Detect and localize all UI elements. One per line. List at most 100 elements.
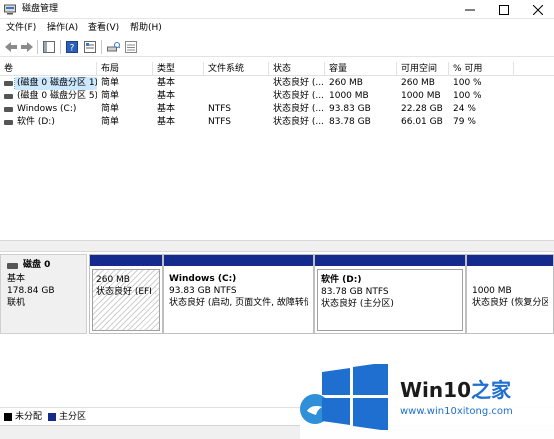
column-header-free-space[interactable]: 可用空间 <box>397 62 449 76</box>
console-tree-button[interactable] <box>42 40 56 54</box>
volume-icon <box>4 107 13 112</box>
column-header-percent-free[interactable]: % 可用 <box>449 62 514 76</box>
partition-status: 状态良好 (恢复分区 <box>472 298 548 308</box>
layout-cell: 简单 <box>101 117 120 127</box>
table-row[interactable]: (磁盘 0 磁盘分区 1) 简单 基本 状态良好 (... 260 MB 260… <box>0 77 554 90</box>
column-header-volume[interactable]: 卷 <box>0 62 97 76</box>
volume-list: 卷 布局 类型 文件系统 状态 容量 可用空间 % 可用 (磁盘 0 磁盘分区 … <box>0 62 554 240</box>
partition-status: 状态良好 (启动, 页面文件, 故障转储 <box>169 298 308 308</box>
pane-splitter[interactable] <box>0 240 554 252</box>
toolbar-separator <box>60 40 61 54</box>
connect-drive-button[interactable] <box>106 40 120 54</box>
type-cell: 基本 <box>157 104 176 114</box>
primary-partition-bar <box>315 255 465 266</box>
properties-button[interactable] <box>83 40 97 54</box>
partition-size: 83.78 GB NTFS <box>321 287 389 297</box>
volume-cell: (磁盘 0 磁盘分区 1) <box>0 77 97 90</box>
connect-drive-icon <box>106 42 120 52</box>
minimize-button[interactable] <box>456 0 484 19</box>
help-button[interactable]: ? <box>65 40 79 54</box>
maximize-button[interactable] <box>490 0 518 19</box>
partition-software-d[interactable]: 软件 (D:) 83.78 GB NTFS 状态良好 (主分区) <box>314 254 466 334</box>
close-icon <box>533 4 543 15</box>
list-header: 卷 布局 类型 文件系统 状态 容量 可用空间 % 可用 <box>0 62 554 76</box>
volume-icon <box>4 120 13 125</box>
status-cell: 状态良好 (... <box>273 78 324 88</box>
free-space-cell: 1000 MB <box>401 91 441 101</box>
toolbar: ? <box>0 37 554 57</box>
partition-name: Windows (C:) <box>169 274 237 284</box>
legend-swatch-unallocated <box>4 413 12 421</box>
partition-efi[interactable]: 260 MB 状态良好 (EFI 系 <box>89 254 163 334</box>
free-space-cell: 260 MB <box>401 78 435 88</box>
column-header-layout[interactable]: 布局 <box>97 62 153 76</box>
column-header-type[interactable]: 类型 <box>153 62 204 76</box>
layout-cell: 简单 <box>101 78 120 88</box>
type-cell: 基本 <box>157 117 176 127</box>
capacity-cell: 93.83 GB <box>329 104 371 114</box>
disk-name: 磁盘 0 <box>23 260 51 270</box>
volume-name: 软件 (D:) <box>17 117 55 127</box>
menu-help[interactable]: 帮助(H) <box>130 22 162 34</box>
primary-partition-bar <box>164 255 313 266</box>
toolbar-separator <box>101 40 102 54</box>
free-space-cell: 22.28 GB <box>401 104 443 114</box>
volume-name: (磁盘 0 磁盘分区 1) <box>13 77 97 90</box>
watermark-brand: Win10之家 <box>400 374 511 403</box>
partition-status: 状态良好 (EFI 系 <box>96 287 156 297</box>
menu-action[interactable]: 操作(A) <box>47 22 78 34</box>
layout-cell: 简单 <box>101 104 120 114</box>
forward-button[interactable] <box>20 40 34 54</box>
close-button[interactable] <box>524 0 552 19</box>
partition-body: Windows (C:) 93.83 GB NTFS 状态良好 (启动, 页面文… <box>166 269 311 331</box>
table-row[interactable]: Windows (C:) 简单 基本 NTFS 状态良好 (... 93.83 … <box>0 103 554 116</box>
partition-body: 软件 (D:) 83.78 GB NTFS 状态良好 (主分区) <box>317 269 463 331</box>
layout-cell: 简单 <box>101 91 120 101</box>
volume-name: (磁盘 0 磁盘分区 5) <box>17 91 97 101</box>
type-cell: 基本 <box>157 91 176 101</box>
column-header-filesystem[interactable]: 文件系统 <box>204 62 269 76</box>
legend-label-unallocated: 未分配 <box>15 412 43 422</box>
menu-file[interactable]: 文件(F) <box>6 22 36 34</box>
table-row[interactable]: 软件 (D:) 简单 基本 NTFS 状态良好 (... 83.78 GB 66… <box>0 116 554 129</box>
filesystem-cell <box>204 77 269 90</box>
list-view-button[interactable] <box>124 40 138 54</box>
volume-cell: (磁盘 0 磁盘分区 5) <box>0 90 97 103</box>
menu-bar: 文件(F) 操作(A) 查看(V) 帮助(H) <box>0 20 554 36</box>
watermark-brand-main: Win10 <box>400 378 471 402</box>
menu-view[interactable]: 查看(V) <box>88 22 119 34</box>
type-cell: 基本 <box>157 78 176 88</box>
svg-text:?: ? <box>70 44 75 54</box>
column-header-capacity[interactable]: 容量 <box>325 62 397 76</box>
watermark-brand-accent: 之家 <box>471 378 511 402</box>
partition-name: 软件 (D:) <box>321 275 362 285</box>
disk-state: 联机 <box>7 298 26 308</box>
back-button[interactable] <box>4 40 18 54</box>
column-header-status[interactable]: 状态 <box>269 62 325 76</box>
legend-label-primary: 主分区 <box>59 412 87 422</box>
primary-partition-bar <box>90 255 162 266</box>
percent-free-cell: 100 % <box>453 91 482 101</box>
volume-icon <box>4 81 13 86</box>
volume-name: Windows (C:) <box>17 104 77 114</box>
disk-label[interactable]: 磁盘 0 基本 178.84 GB 联机 <box>0 254 87 334</box>
partition-recovery[interactable]: 1000 MB 状态良好 (恢复分区 <box>466 254 554 334</box>
table-row[interactable]: (磁盘 0 磁盘分区 5) 简单 基本 状态良好 (... 1000 MB 10… <box>0 90 554 103</box>
watermark: Win10之家 www.win10xitong.com <box>300 352 554 439</box>
legend-swatch-primary <box>48 413 56 421</box>
partition-size: 260 MB <box>96 275 130 285</box>
status-cell: 状态良好 (... <box>273 117 324 127</box>
partition-size: 1000 MB <box>472 286 512 296</box>
filesystem-cell: NTFS <box>208 117 231 127</box>
watermark-url: www.win10xitong.com <box>400 406 513 417</box>
minimize-icon <box>465 9 475 10</box>
list-view-icon <box>125 41 137 53</box>
volume-cell: 软件 (D:) <box>0 116 97 129</box>
partition-body: 1000 MB 状态良好 (恢复分区 <box>469 269 551 331</box>
partition-body: 260 MB 状态良好 (EFI 系 <box>92 269 160 331</box>
volume-icon <box>4 94 13 99</box>
disk-type: 基本 <box>7 274 26 284</box>
partition-windows-c[interactable]: Windows (C:) 93.83 GB NTFS 状态良好 (启动, 页面文… <box>163 254 314 334</box>
percent-free-cell: 24 % <box>453 104 476 114</box>
partition-status: 状态良好 (主分区) <box>321 299 394 309</box>
